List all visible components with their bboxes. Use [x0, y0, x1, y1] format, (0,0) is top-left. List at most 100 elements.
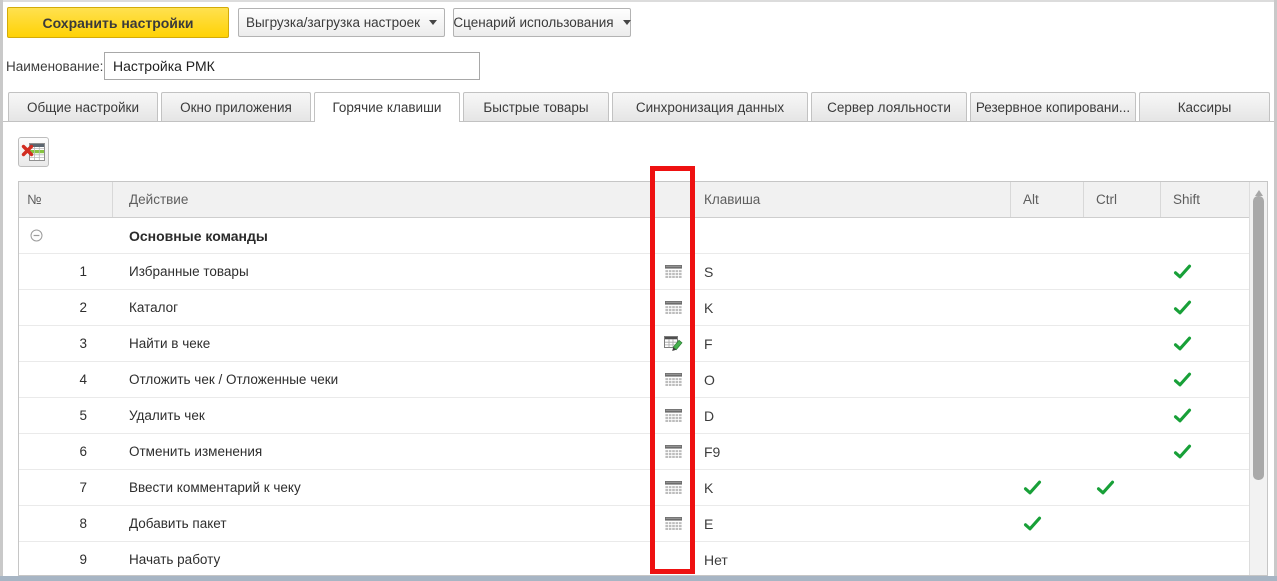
row-action: Начать работу: [129, 552, 221, 567]
tab-general-settings[interactable]: Общие настройки: [8, 92, 158, 121]
row-number: 6: [79, 444, 87, 459]
row-number: 5: [79, 408, 87, 423]
table-row[interactable]: 1 Избранные товары S: [19, 254, 1250, 290]
row-key: O: [704, 371, 715, 388]
tab-app-window[interactable]: Окно приложения: [161, 92, 311, 121]
row-ctrl-flag: [1084, 434, 1161, 469]
row-icon-cell: [651, 254, 695, 289]
row-ctrl-flag: [1084, 470, 1161, 505]
keyboard-icon: [664, 372, 682, 387]
row-icon-cell: [651, 506, 695, 541]
check-icon: [1173, 264, 1192, 279]
row-alt-flag: [1011, 434, 1084, 469]
row-shift-flag: [1161, 362, 1250, 397]
check-icon: [1173, 444, 1192, 459]
row-action: Каталог: [129, 300, 179, 315]
hotkeys-table: № Действие Клавиша Alt Ctrl Shift Основн…: [18, 181, 1268, 576]
save-settings-button[interactable]: Сохранить настройки: [7, 7, 229, 38]
check-icon: [1023, 516, 1042, 531]
row-number: 9: [79, 552, 87, 567]
table-edit-icon: [663, 335, 683, 352]
row-ctrl-flag: [1084, 326, 1161, 361]
tab-data-sync[interactable]: Синхронизация данных: [612, 92, 808, 121]
row-ctrl-flag: [1084, 506, 1161, 541]
row-action: Добавить пакет: [129, 516, 227, 531]
keyboard-icon: [664, 264, 682, 279]
group-expander-cell: [19, 218, 113, 253]
row-number: 4: [79, 372, 87, 387]
row-icon-cell: [651, 362, 695, 397]
row-icon-cell: [651, 290, 695, 325]
group-label: Основные команды: [129, 227, 268, 244]
table-row[interactable]: 6 Отменить изменения F9: [19, 434, 1250, 470]
table-row[interactable]: 8 Добавить пакет E: [19, 506, 1250, 542]
row-icon-cell: [651, 326, 695, 361]
row-ctrl-flag: [1084, 290, 1161, 325]
table-row[interactable]: 4 Отложить чек / Отложенные чеки O: [19, 362, 1250, 398]
name-label: Наименование:: [6, 59, 104, 74]
tab-cashiers[interactable]: Кассиры: [1139, 92, 1270, 121]
row-key: E: [704, 515, 714, 532]
row-alt-flag: [1011, 542, 1084, 575]
table-body: Основные команды 1 Избранные товары S 2 …: [19, 218, 1267, 575]
window-border-left: [0, 0, 3, 581]
export-import-settings-dropdown[interactable]: Выгрузка/загрузка настроек: [238, 8, 445, 37]
collapse-expander-icon[interactable]: [30, 229, 43, 242]
row-number: 7: [79, 480, 87, 495]
tab-quick-goods[interactable]: Быстрые товары: [463, 92, 609, 121]
row-ctrl-flag: [1084, 398, 1161, 433]
column-header-num[interactable]: №: [19, 182, 113, 217]
column-header-ctrl[interactable]: Ctrl: [1084, 182, 1161, 217]
row-action: Найти в чеке: [129, 336, 211, 351]
row-key: K: [704, 299, 714, 316]
usage-scenario-dropdown[interactable]: Сценарий использования: [453, 8, 631, 37]
check-icon: [1173, 300, 1192, 315]
column-header-key[interactable]: Клавиша: [695, 182, 1011, 217]
row-icon-cell: [651, 398, 695, 433]
check-icon: [1173, 408, 1192, 423]
row-icon-cell: [651, 434, 695, 469]
column-header-icon[interactable]: [651, 182, 695, 217]
keyboard-icon: [664, 408, 682, 423]
row-shift-flag: [1161, 326, 1250, 361]
table-row[interactable]: 2 Каталог K: [19, 290, 1250, 326]
tab-backup[interactable]: Резервное копировани...: [970, 92, 1136, 121]
row-shift-flag: [1161, 290, 1250, 325]
row-key: Нет: [704, 551, 728, 568]
export-import-settings-label: Выгрузка/загрузка настроек: [245, 15, 421, 30]
row-alt-flag: [1011, 254, 1084, 289]
scrollbar-thumb[interactable]: [1253, 196, 1264, 480]
row-action: Удалить чек: [129, 408, 205, 423]
name-input[interactable]: [104, 52, 480, 80]
row-action: Отложить чек / Отложенные чеки: [129, 372, 339, 387]
table-row[interactable]: 3 Найти в чеке F: [19, 326, 1250, 362]
scroll-up-arrow-icon: [1254, 189, 1263, 196]
table-row[interactable]: 9 Начать работу Нет: [19, 542, 1250, 575]
vertical-scrollbar[interactable]: [1249, 182, 1267, 575]
export-list-button[interactable]: [18, 137, 49, 167]
tab-bar: Общие настройки Окно приложения Горячие …: [3, 92, 1274, 122]
row-action: Избранные товары: [129, 264, 249, 279]
row-shift-flag: [1161, 434, 1250, 469]
tab-hotkeys[interactable]: Горячие клавиши: [314, 92, 460, 122]
column-header-action[interactable]: Действие: [113, 182, 651, 217]
row-number: 1: [79, 264, 87, 279]
row-shift-flag: [1161, 542, 1250, 575]
row-number: 3: [79, 336, 87, 351]
window-border-top: [0, 0, 1277, 2]
dropdown-caret-icon: [622, 20, 631, 25]
table-row[interactable]: 5 Удалить чек D: [19, 398, 1250, 434]
table-row[interactable]: 7 Ввести комментарий к чеку K: [19, 470, 1250, 506]
check-icon: [1096, 480, 1115, 495]
row-action: Ввести комментарий к чеку: [129, 480, 301, 495]
tab-loyalty-server[interactable]: Сервер лояльности: [811, 92, 967, 121]
row-alt-flag: [1011, 362, 1084, 397]
row-alt-flag: [1011, 326, 1084, 361]
column-header-shift[interactable]: Shift: [1161, 182, 1250, 217]
row-shift-flag: [1161, 470, 1250, 505]
column-header-alt[interactable]: Alt: [1011, 182, 1084, 217]
row-alt-flag: [1011, 398, 1084, 433]
row-key: S: [704, 263, 714, 280]
group-row[interactable]: Основные команды: [19, 218, 1250, 254]
row-alt-flag: [1011, 290, 1084, 325]
